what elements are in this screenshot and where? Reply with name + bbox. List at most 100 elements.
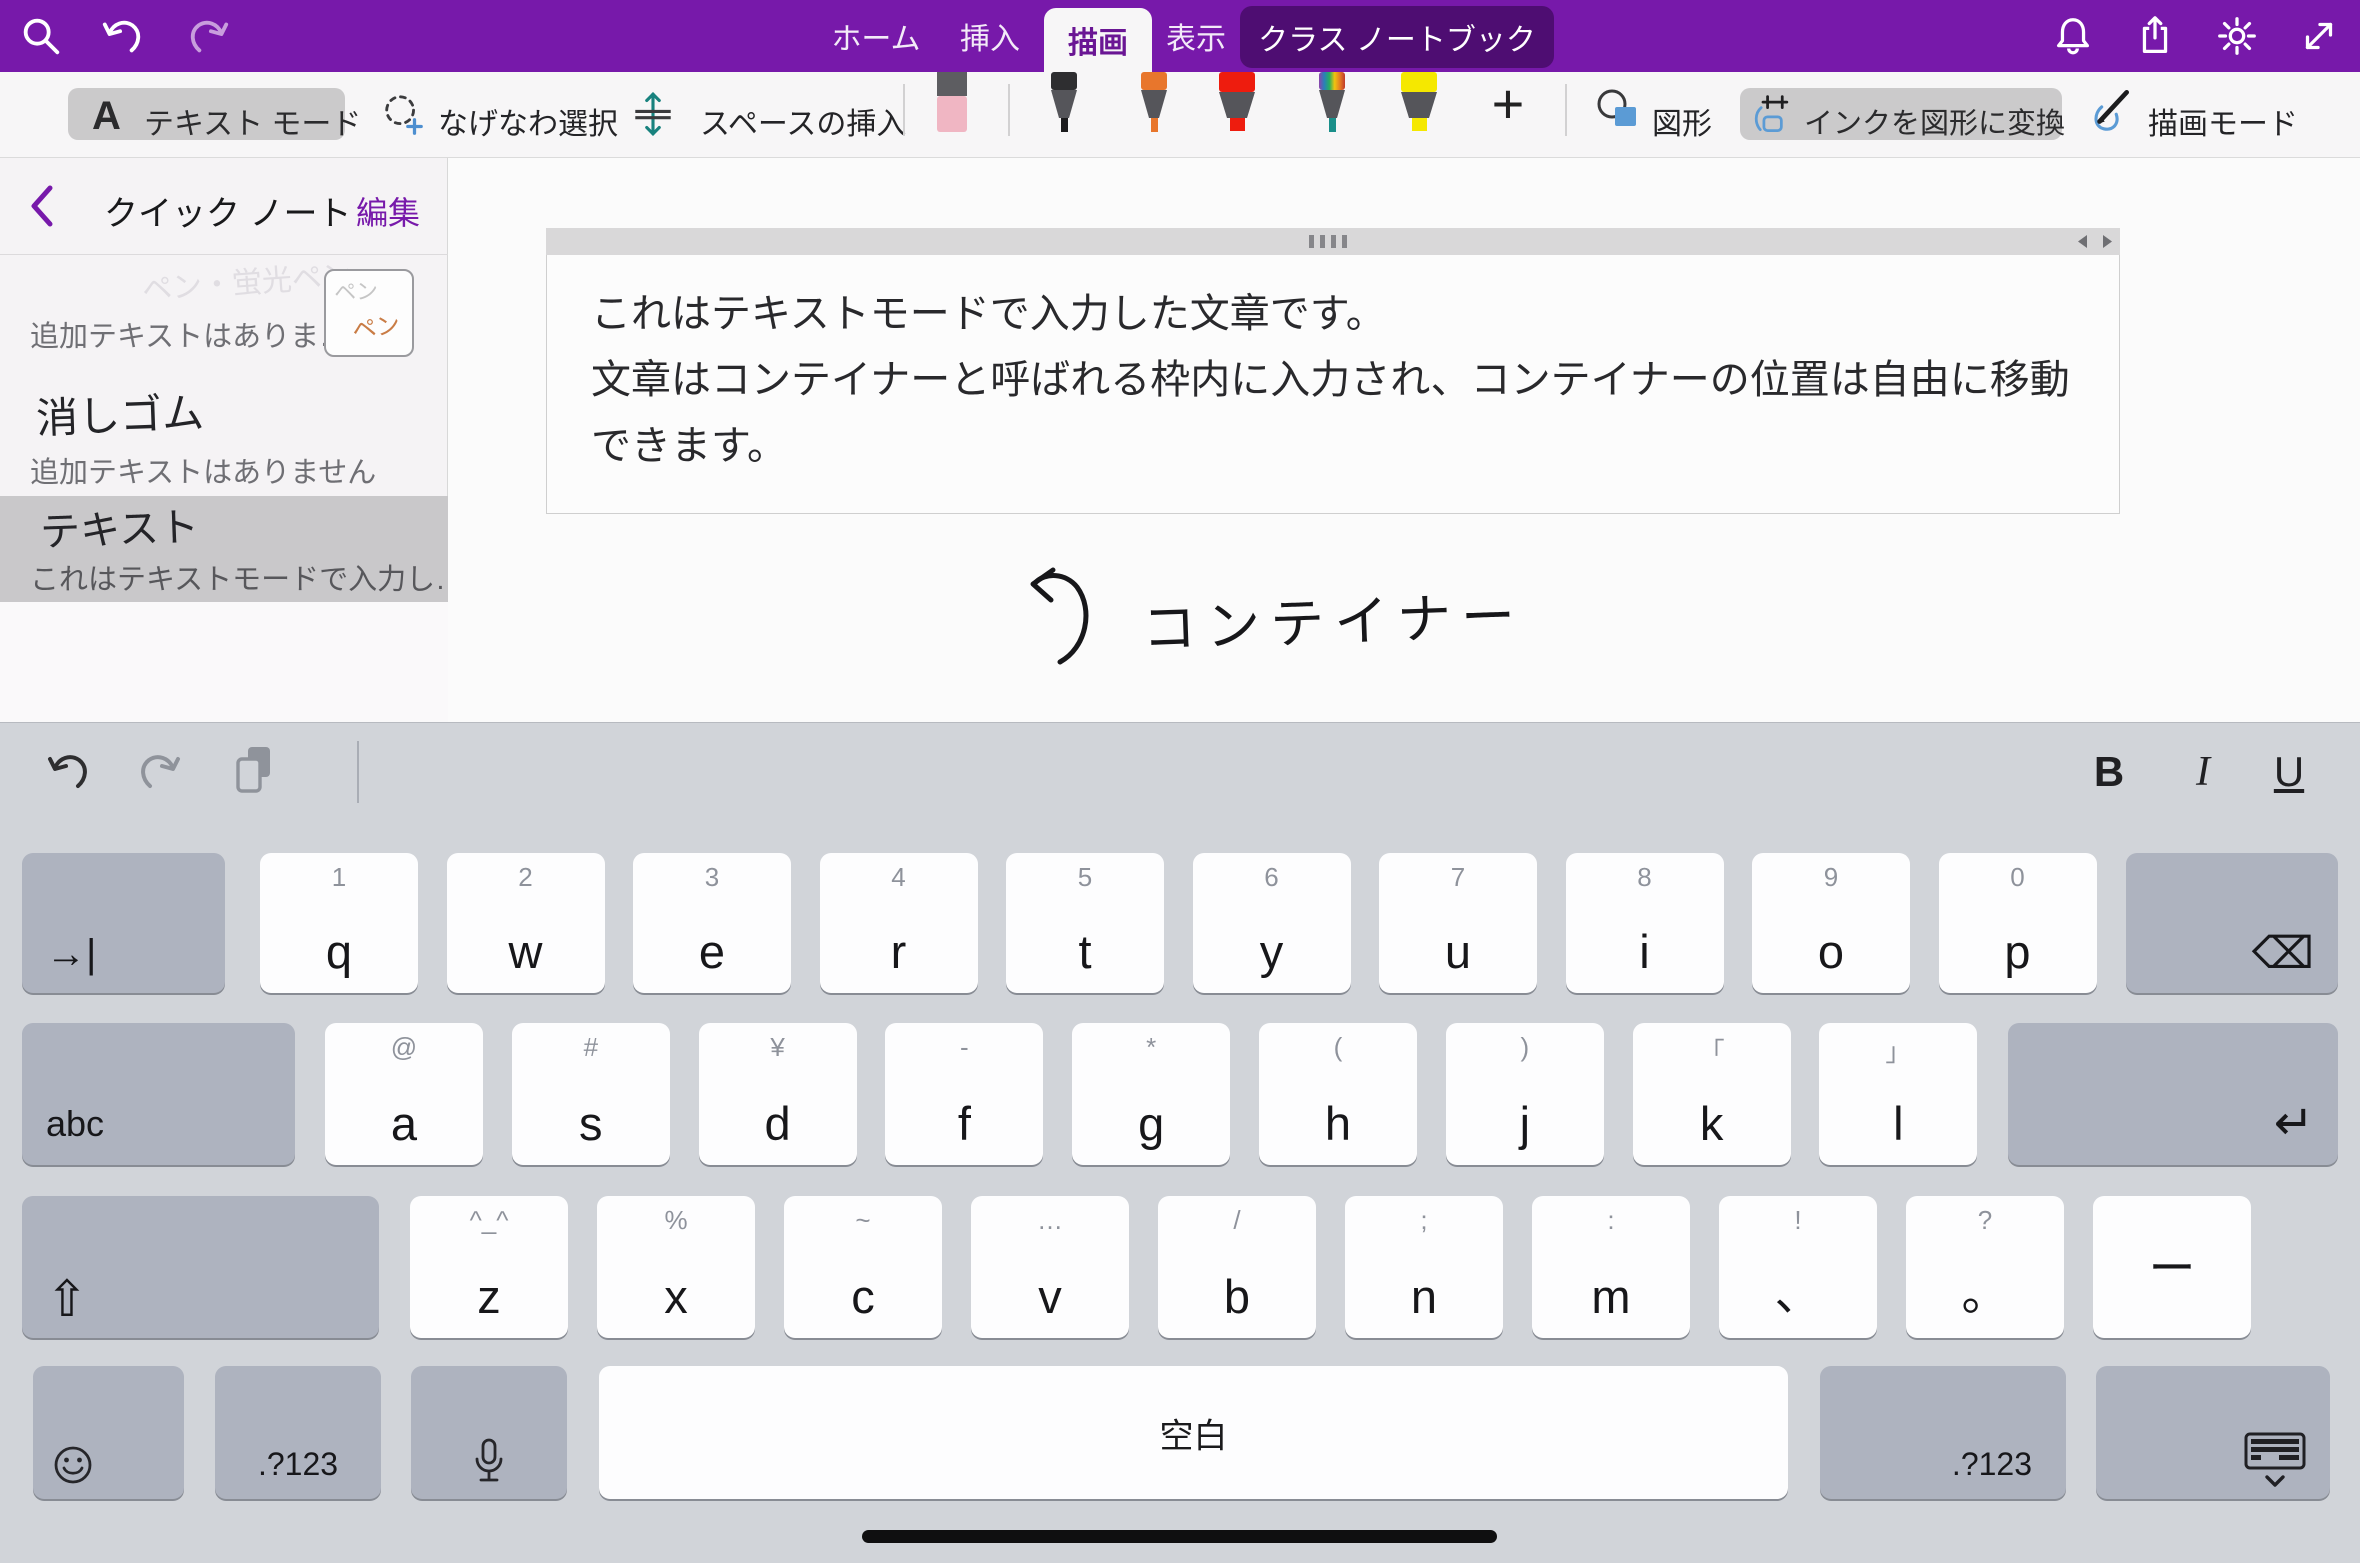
eraser-tool[interactable]: [923, 72, 981, 139]
italic-button[interactable]: I: [2176, 745, 2230, 799]
onenote-app: ホーム 挿入 描画 表示 クラス ノートブック A テキスト モード なげなわ選…: [0, 0, 2360, 1563]
key-main-label: k: [1633, 1096, 1791, 1151]
tab-home[interactable]: ホーム: [830, 0, 922, 72]
shift-key[interactable]: ⇧: [22, 1196, 379, 1338]
key-k[interactable]: 「k: [1633, 1023, 1791, 1165]
add-pen-button[interactable]: +: [1478, 74, 1538, 132]
highlighter-yellow-tool[interactable]: [1388, 72, 1454, 139]
key-i[interactable]: 8i: [1566, 853, 1724, 993]
key-v[interactable]: …v: [971, 1196, 1129, 1338]
key-n[interactable]: ;n: [1345, 1196, 1503, 1338]
paste-icon[interactable]: [228, 743, 280, 804]
plus-icon: +: [1492, 71, 1525, 136]
key-y[interactable]: 6y: [1193, 853, 1351, 993]
pen-orange-tool[interactable]: [1122, 72, 1186, 139]
abc-key[interactable]: abc: [22, 1023, 295, 1165]
key-q[interactable]: 1q: [260, 853, 418, 993]
keyboard-toolbar: B I U: [0, 722, 2360, 820]
return-key[interactable]: ↵: [2008, 1023, 2338, 1165]
undo-icon[interactable]: [100, 13, 146, 59]
underline-button[interactable]: U: [2262, 745, 2316, 799]
share-icon[interactable]: [2132, 13, 2178, 59]
key-。[interactable]: ?。: [1906, 1196, 2064, 1338]
kb-redo-icon[interactable]: [135, 747, 183, 800]
key-alt-label: 」: [1819, 1032, 1977, 1069]
key-z[interactable]: ^_^z: [410, 1196, 568, 1338]
key-h[interactable]: (h: [1259, 1023, 1417, 1165]
draw-mode-icon[interactable]: [2085, 84, 2135, 139]
key-d[interactable]: ¥d: [699, 1023, 857, 1165]
key-t[interactable]: 5t: [1006, 853, 1164, 993]
kb-undo-icon[interactable]: [45, 747, 93, 800]
insert-space-label[interactable]: スペースの挿入: [700, 99, 906, 143]
key-j[interactable]: )j: [1446, 1023, 1604, 1165]
numbers-key-left[interactable]: .?123: [215, 1366, 381, 1499]
text-mode-button[interactable]: A テキスト モード: [68, 88, 345, 140]
text-container[interactable]: これはテキストモードで入力した文章です。 文章はコンテイナーと呼ばれる枠内に入力…: [546, 228, 2120, 514]
shapes-icon[interactable]: [1594, 86, 1642, 139]
key-m[interactable]: :m: [1532, 1196, 1690, 1338]
key-f[interactable]: -f: [885, 1023, 1043, 1165]
numbers-key-label: .?123: [1820, 1446, 2066, 1483]
key-w[interactable]: 2w: [447, 853, 605, 993]
insert-space-icon[interactable]: [628, 89, 678, 144]
backspace-key[interactable]: ⌫: [2126, 853, 2338, 993]
fullscreen-icon[interactable]: [2296, 13, 2342, 59]
gear-icon[interactable]: [2214, 13, 2260, 59]
key-b[interactable]: /b: [1158, 1196, 1316, 1338]
edit-button[interactable]: 編集: [356, 188, 420, 234]
space-key[interactable]: 空白: [599, 1366, 1788, 1499]
back-chevron-icon[interactable]: [28, 184, 56, 233]
thumbnail-ink-orange: ペン: [350, 304, 402, 345]
shift-icon: ⇧: [46, 1270, 88, 1328]
four-dots-icon: [1309, 235, 1357, 248]
key-a[interactable]: @a: [325, 1023, 483, 1165]
key-e[interactable]: 3e: [633, 853, 791, 993]
key-u[interactable]: 7u: [1379, 853, 1537, 993]
key-alt-label: ;: [1345, 1205, 1503, 1236]
dictation-key[interactable]: [411, 1366, 567, 1499]
page-list-item-text-selected[interactable]: テキスト これはテキストモードで入力し…: [0, 496, 448, 602]
pen-black-tool[interactable]: [1032, 72, 1096, 139]
emoji-key[interactable]: [33, 1366, 184, 1499]
key-x[interactable]: %x: [597, 1196, 755, 1338]
tab-draw[interactable]: 描画: [1044, 8, 1152, 72]
redo-icon[interactable]: [185, 13, 231, 59]
resize-arrows-icon[interactable]: [2078, 235, 2112, 248]
key-s[interactable]: #s: [512, 1023, 670, 1165]
highlighter-red-tool[interactable]: [1206, 72, 1272, 139]
key-c[interactable]: ~c: [784, 1196, 942, 1338]
bell-icon[interactable]: [2050, 13, 2096, 59]
tab-class-notebook[interactable]: クラス ノートブック: [1240, 6, 1554, 68]
page-list-item-eraser[interactable]: 消しゴム 追加テキストはありません: [0, 367, 448, 496]
key-main-label: o: [1752, 924, 1910, 979]
key-ー[interactable]: ー: [2093, 1196, 2251, 1338]
note-canvas[interactable]: これはテキストモードで入力した文章です。 文章はコンテイナーと呼ばれる枠内に入力…: [448, 158, 2360, 722]
page-list-item-pen[interactable]: ペン・蛍光ペン 追加テキストはありま… ペン ペン: [0, 255, 448, 367]
key-alt-label: -: [885, 1032, 1043, 1063]
key-r[interactable]: 4r: [820, 853, 978, 993]
tab-insert[interactable]: 挿入: [952, 0, 1028, 72]
page-title-handwritten: テキスト: [39, 494, 200, 558]
pen-rainbow-tool[interactable]: [1300, 72, 1364, 139]
draw-mode-label[interactable]: 描画モード: [2148, 99, 2298, 143]
key-g[interactable]: *g: [1072, 1023, 1230, 1165]
tab-key[interactable]: →|: [22, 853, 225, 993]
key-、[interactable]: !、: [1719, 1196, 1877, 1338]
shapes-label[interactable]: 図形: [1652, 99, 1712, 143]
lasso-icon[interactable]: [380, 92, 426, 143]
numbers-key-right[interactable]: .?123: [1820, 1366, 2066, 1499]
container-drag-handle[interactable]: [546, 228, 2120, 255]
lasso-label[interactable]: なげなわ選択: [438, 99, 618, 143]
tab-view[interactable]: 表示: [1158, 0, 1234, 72]
dismiss-keyboard-key[interactable]: [2096, 1366, 2330, 1499]
key-l[interactable]: 」l: [1819, 1023, 1977, 1165]
search-icon[interactable]: [18, 13, 64, 59]
key-o[interactable]: 9o: [1752, 853, 1910, 993]
bold-button[interactable]: B: [2082, 745, 2136, 799]
ink-to-shape-button[interactable]: インクを図形に変換: [1740, 88, 2062, 140]
dismiss-keyboard-icon: [2242, 1431, 2308, 1491]
home-indicator[interactable]: [862, 1530, 1497, 1543]
key-p[interactable]: 0p: [1939, 853, 2097, 993]
container-text[interactable]: これはテキストモードで入力した文章です。 文章はコンテイナーと呼ばれる枠内に入力…: [546, 255, 2120, 514]
